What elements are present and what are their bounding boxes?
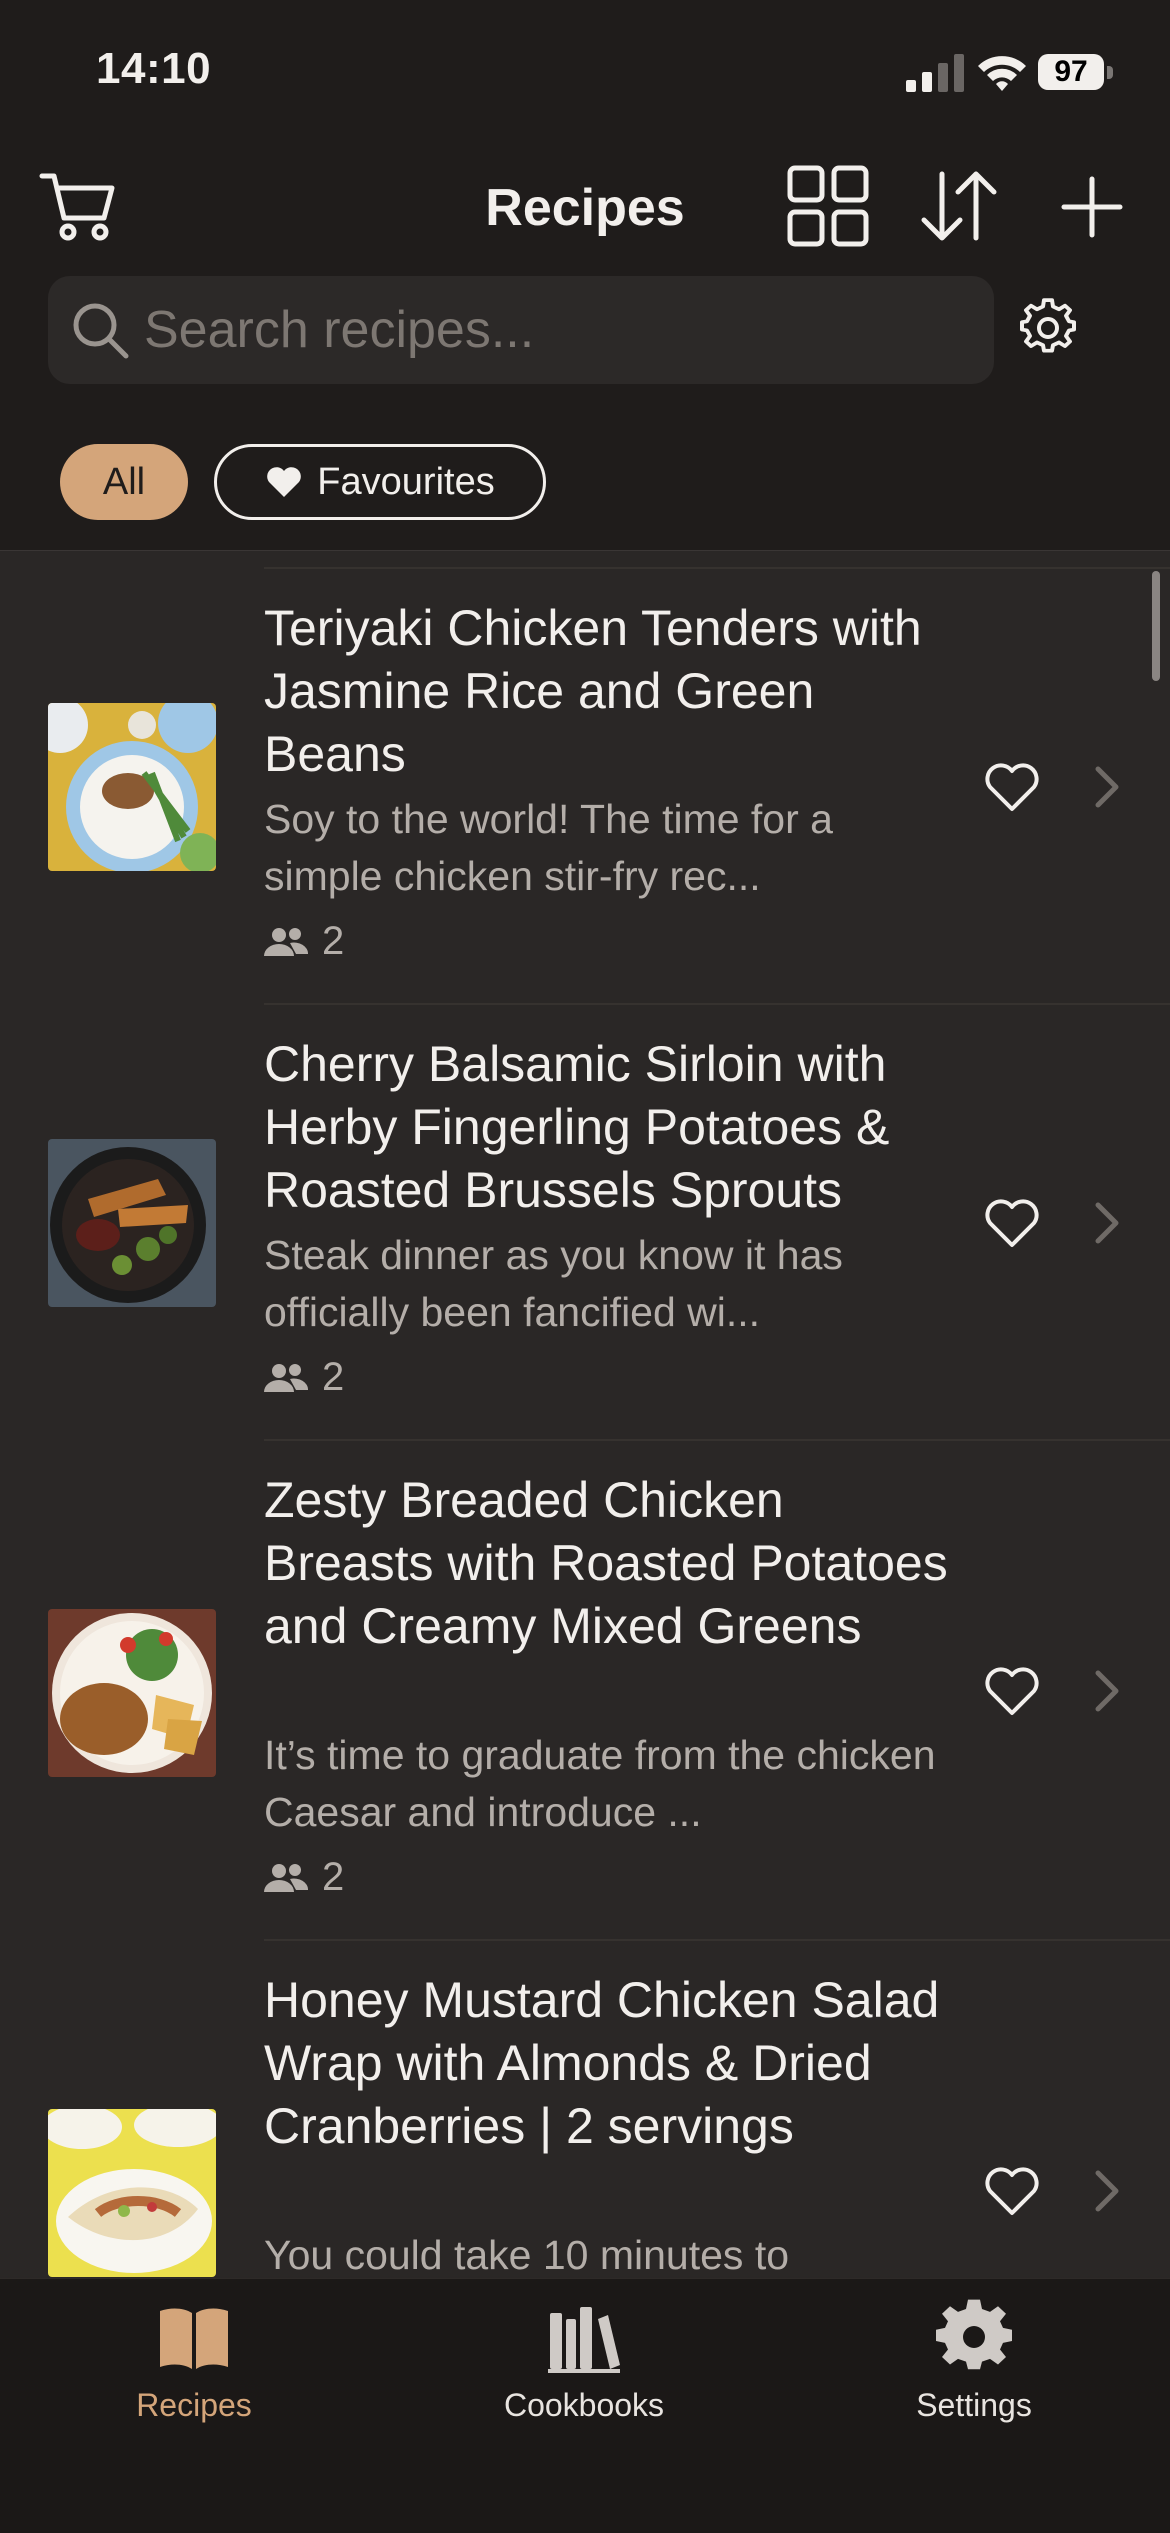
recipe-description: It’s time to graduate from the chicken C…: [264, 1732, 936, 1835]
people-icon: [264, 1863, 308, 1892]
chevron-right-icon[interactable]: [1090, 763, 1124, 811]
recipe-thumbnail: [48, 703, 216, 871]
tab-recipes-label: Recipes: [136, 2387, 252, 2423]
favourite-heart-icon[interactable]: [984, 1665, 1040, 1717]
recipe-description: Steak dinner as you know it has official…: [264, 1232, 843, 1335]
tab-recipes[interactable]: Recipes: [44, 2297, 344, 2424]
status-bar: 14:10 97: [0, 0, 1170, 150]
tab-bar: Recipes Cookbooks Settings: [0, 2278, 1170, 2533]
recipe-description: Soy to the world! The time for a simple …: [264, 796, 833, 899]
servings-count: 2: [322, 919, 345, 963]
tab-cookbooks-label: Cookbooks: [503, 2387, 665, 2423]
recipe-list[interactable]: Teriyaki Chicken Tenders with Jasmine Ri…: [0, 550, 1170, 2279]
recipe-row[interactable]: Teriyaki Chicken Tenders with Jasmine Ri…: [0, 567, 1170, 1003]
people-icon: [264, 1363, 308, 1392]
recipe-servings: 2: [264, 919, 344, 964]
scroll-indicator[interactable]: [1152, 571, 1160, 681]
grid-view-button[interactable]: [784, 162, 872, 250]
chevron-right-icon[interactable]: [1090, 1199, 1124, 1247]
tab-cookbooks[interactable]: Cookbooks: [434, 2297, 734, 2424]
battery-icon: 97: [1038, 54, 1114, 92]
recipe-servings: 2: [264, 1855, 344, 1900]
recipe-thumbnail: [48, 1139, 216, 1307]
gear-icon: [1020, 298, 1076, 353]
grid-icon: [787, 165, 869, 247]
servings-count: 2: [322, 1355, 345, 1399]
recipe-title: Teriyaki Chicken Tenders with Jasmine Ri…: [264, 600, 922, 782]
search-bar[interactable]: [48, 276, 994, 384]
recipe-title: Honey Mustard Chicken Salad Wrap with Al…: [264, 1972, 940, 2154]
recipe-row[interactable]: Zesty Breaded Chicken Breasts with Roast…: [0, 1439, 1170, 1939]
heart-filled-icon: [267, 467, 302, 497]
book-icon: [160, 2308, 228, 2369]
add-recipe-button[interactable]: [1052, 170, 1132, 244]
favourite-heart-icon[interactable]: [984, 761, 1040, 813]
favourites-label: Favourites: [317, 460, 495, 503]
servings-count: 2: [322, 1855, 345, 1899]
cellular-signal-icon: [906, 54, 964, 92]
filter-settings-button[interactable]: [1012, 292, 1084, 364]
gear-icon: [936, 2299, 1012, 2370]
recipe-servings: 2: [264, 1355, 344, 1400]
filter-favourites-pill[interactable]: Favourites: [214, 444, 546, 520]
recipe-row[interactable]: Cherry Balsamic Sirloin with Herby Finge…: [0, 1003, 1170, 1439]
favourite-heart-icon[interactable]: [984, 2165, 1040, 2217]
chevron-right-icon[interactable]: [1090, 2167, 1124, 2215]
recipe-row[interactable]: Honey Mustard Chicken Salad Wrap with Al…: [0, 1939, 1170, 2279]
tab-settings[interactable]: Settings: [824, 2297, 1124, 2424]
wifi-icon: [978, 56, 1026, 91]
filter-all-pill[interactable]: All: [60, 444, 188, 520]
recipe-thumbnail: [48, 1609, 216, 1777]
tab-settings-label: Settings: [916, 2387, 1032, 2423]
sort-button[interactable]: [914, 164, 1004, 248]
recipe-thumbnail: [48, 2109, 216, 2277]
plus-icon: [1061, 176, 1123, 238]
sort-arrows-icon: [921, 171, 997, 241]
recipe-description: You could take 10 minutes to: [264, 2232, 790, 2278]
search-input[interactable]: [144, 276, 964, 384]
battery-level: 97: [1038, 54, 1104, 90]
search-icon: [73, 303, 129, 359]
recipe-title: Zesty Breaded Chicken Breasts with Roast…: [264, 1472, 948, 1654]
status-time: 14:10: [96, 44, 212, 93]
people-icon: [264, 927, 308, 956]
recipe-title: Cherry Balsamic Sirloin with Herby Finge…: [264, 1036, 890, 1218]
favourite-heart-icon[interactable]: [984, 1197, 1040, 1249]
chevron-right-icon[interactable]: [1090, 1667, 1124, 1715]
bookshelf-icon: [548, 2307, 620, 2373]
